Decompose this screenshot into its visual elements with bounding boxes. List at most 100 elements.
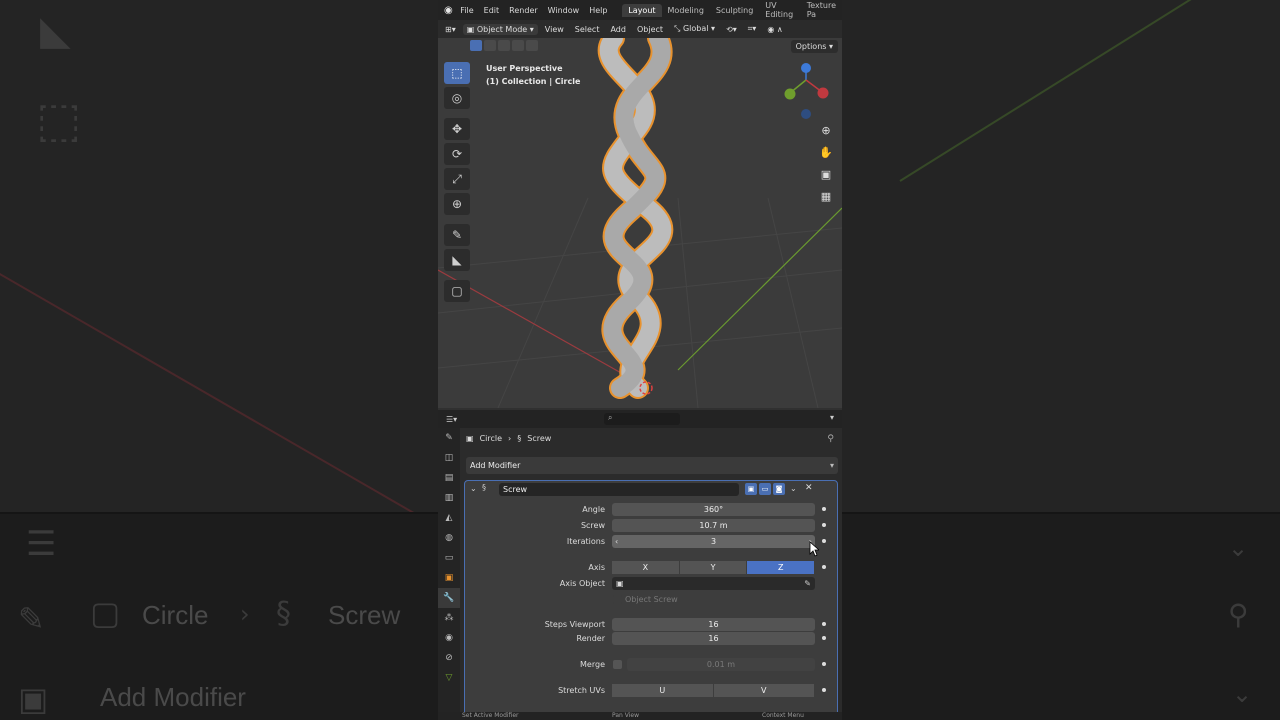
steps-viewport-field[interactable]: 16	[612, 618, 815, 631]
iterations-row: Iterations ‹ 3 ›	[465, 535, 837, 548]
select-new-icon[interactable]	[470, 40, 482, 51]
stretch-u-toggle[interactable]: U	[612, 684, 713, 697]
grid-view-icon[interactable]: ▦	[816, 186, 836, 206]
menu-select[interactable]: Select	[571, 24, 604, 35]
keyframe-dot-icon[interactable]	[822, 688, 826, 692]
3d-viewport[interactable]: Options ▾ User Perspective (1) Collectio…	[438, 38, 842, 408]
blender-logo-icon[interactable]: ◉	[444, 5, 455, 16]
breadcrumb-modifier: Screw	[527, 434, 552, 443]
pivot-icon[interactable]: ⟲▾	[722, 24, 741, 35]
transform-icon[interactable]: ⊕	[444, 193, 470, 215]
workspace-tab-modeling[interactable]: Modeling	[662, 4, 710, 17]
navigation-gizmo[interactable]	[784, 63, 829, 119]
stretch-v-toggle[interactable]: V	[713, 684, 814, 697]
tab-view-layer-icon[interactable]: ▥	[438, 488, 460, 508]
tab-data-icon[interactable]: ▽	[438, 668, 460, 688]
select-subtract-icon[interactable]	[498, 40, 510, 51]
proportional-edit-icon[interactable]: ◉ ∧	[763, 24, 786, 35]
render-steps-field[interactable]: 16	[612, 632, 815, 645]
pan-hand-icon[interactable]: ✋	[816, 142, 836, 162]
keyframe-dot-icon[interactable]	[822, 565, 826, 569]
background-collapse-icon: ⌄	[1228, 534, 1249, 562]
select-extend-icon[interactable]	[484, 40, 496, 51]
decrement-icon[interactable]: ‹	[615, 535, 618, 548]
tab-collection-icon[interactable]: ▭	[438, 548, 460, 568]
axis-x-button[interactable]: X	[612, 561, 679, 574]
mode-dropdown[interactable]: ▣ Object Mode ▾	[462, 23, 538, 35]
keyframe-dot-icon[interactable]	[822, 523, 826, 527]
steps-viewport-row: Steps Viewport 16	[465, 618, 837, 631]
cursor-icon[interactable]: ◎	[444, 87, 470, 109]
tab-output-icon[interactable]: ▤	[438, 468, 460, 488]
menu-edit[interactable]: Edit	[479, 6, 505, 15]
snap-icon[interactable]: ⌗▾	[744, 23, 761, 35]
axis-object-field[interactable]: ▣ ✎	[612, 577, 815, 590]
workspace-tab-uv-editing[interactable]: UV Editing	[759, 0, 800, 21]
background-measure-icon: ◣	[40, 8, 71, 54]
tab-object-icon[interactable]: ▣	[438, 568, 460, 588]
modifier-name-field[interactable]: Screw	[499, 483, 739, 496]
axis-z-button[interactable]: Z	[747, 561, 815, 574]
properties-search-input[interactable]: ⌕	[604, 413, 680, 425]
menu-render[interactable]: Render	[504, 6, 542, 15]
editor-type-icon[interactable]: ⊞▾	[441, 24, 460, 35]
add-modifier-button[interactable]: Add Modifier ▾	[466, 457, 838, 474]
annotate-icon[interactable]: ✎	[444, 224, 470, 246]
measure-icon[interactable]: ◣	[444, 249, 470, 271]
collapse-chevron-icon[interactable]: ⌄	[470, 484, 477, 493]
keyframe-dot-icon[interactable]	[822, 636, 826, 640]
menu-object[interactable]: Object	[633, 24, 667, 35]
eyedropper-icon[interactable]: ✎	[804, 577, 811, 590]
tab-render-icon[interactable]: ◫	[438, 448, 460, 468]
menu-help[interactable]: Help	[584, 6, 612, 15]
viewport-toggle-icon[interactable]: ▭	[759, 483, 771, 495]
screw-object[interactable]	[597, 38, 674, 399]
rotate-icon[interactable]: ⟳	[444, 143, 470, 165]
camera-icon[interactable]: ▣	[816, 164, 836, 184]
zoom-icon[interactable]: ⊕	[816, 120, 836, 140]
tab-physics-icon[interactable]: ◉	[438, 628, 460, 648]
edit-mode-toggle-icon[interactable]: ▣	[745, 483, 757, 495]
tab-modifiers-icon[interactable]: 🔧	[438, 588, 460, 608]
add-cube-icon[interactable]: ▢	[444, 280, 470, 302]
keyframe-dot-icon[interactable]	[822, 622, 826, 626]
axis-y-button[interactable]: Y	[679, 561, 747, 574]
select-intersect-icon[interactable]	[526, 40, 538, 51]
scale-icon[interactable]: ⤢	[444, 168, 470, 190]
select-box-icon[interactable]: ⬚	[444, 62, 470, 84]
render-toggle-icon[interactable]: ◙	[773, 483, 785, 495]
iterations-field[interactable]: ‹ 3 ›	[612, 535, 815, 548]
add-modifier-label: Add Modifier	[470, 461, 521, 470]
pin-icon[interactable]: ⚲	[827, 434, 834, 444]
merge-distance-field[interactable]: 0.01 m	[627, 658, 815, 671]
menu-file[interactable]: File	[455, 6, 478, 15]
tab-world-icon[interactable]: ◍	[438, 528, 460, 548]
properties-options-icon[interactable]: ▾	[830, 413, 834, 422]
tab-tool-icon[interactable]: ✎	[438, 428, 460, 448]
move-icon[interactable]: ✥	[444, 118, 470, 140]
orientation-dropdown[interactable]: ⤡ Global ▾	[670, 23, 719, 35]
menu-add[interactable]: Add	[606, 24, 630, 35]
select-invert-icon[interactable]	[512, 40, 524, 51]
properties-editor-type-icon[interactable]: ☰▾	[446, 415, 457, 424]
object-screw-checkbox[interactable]	[613, 595, 622, 604]
viewport-info: User Perspective (1) Collection | Circle	[486, 62, 580, 88]
angle-field[interactable]: 360°	[612, 503, 815, 516]
tab-particles-icon[interactable]: ⁂	[438, 608, 460, 628]
keyframe-dot-icon[interactable]	[822, 539, 826, 543]
options-dropdown[interactable]: Options ▾	[790, 40, 838, 53]
keyframe-dot-icon[interactable]	[822, 662, 826, 666]
tab-constraints-icon[interactable]: ⊘	[438, 648, 460, 668]
workspace-tab-sculpting[interactable]: Sculpting	[710, 4, 759, 17]
merge-checkbox[interactable]	[613, 660, 622, 669]
close-icon[interactable]: ✕	[805, 483, 813, 493]
screw-field[interactable]: 10.7 m	[612, 519, 815, 532]
menu-view[interactable]: View	[541, 24, 568, 35]
background-pin-icon: ⚲	[1228, 598, 1249, 631]
tab-scene-icon[interactable]: ◭	[438, 508, 460, 528]
keyframe-dot-icon[interactable]	[822, 507, 826, 511]
menu-window[interactable]: Window	[543, 6, 585, 15]
workspace-tab-layout[interactable]: Layout	[622, 3, 662, 17]
modifier-menu-icon[interactable]: ⌄	[790, 484, 797, 493]
workspace-tab-texture-paint[interactable]: Texture Pa	[801, 0, 842, 21]
